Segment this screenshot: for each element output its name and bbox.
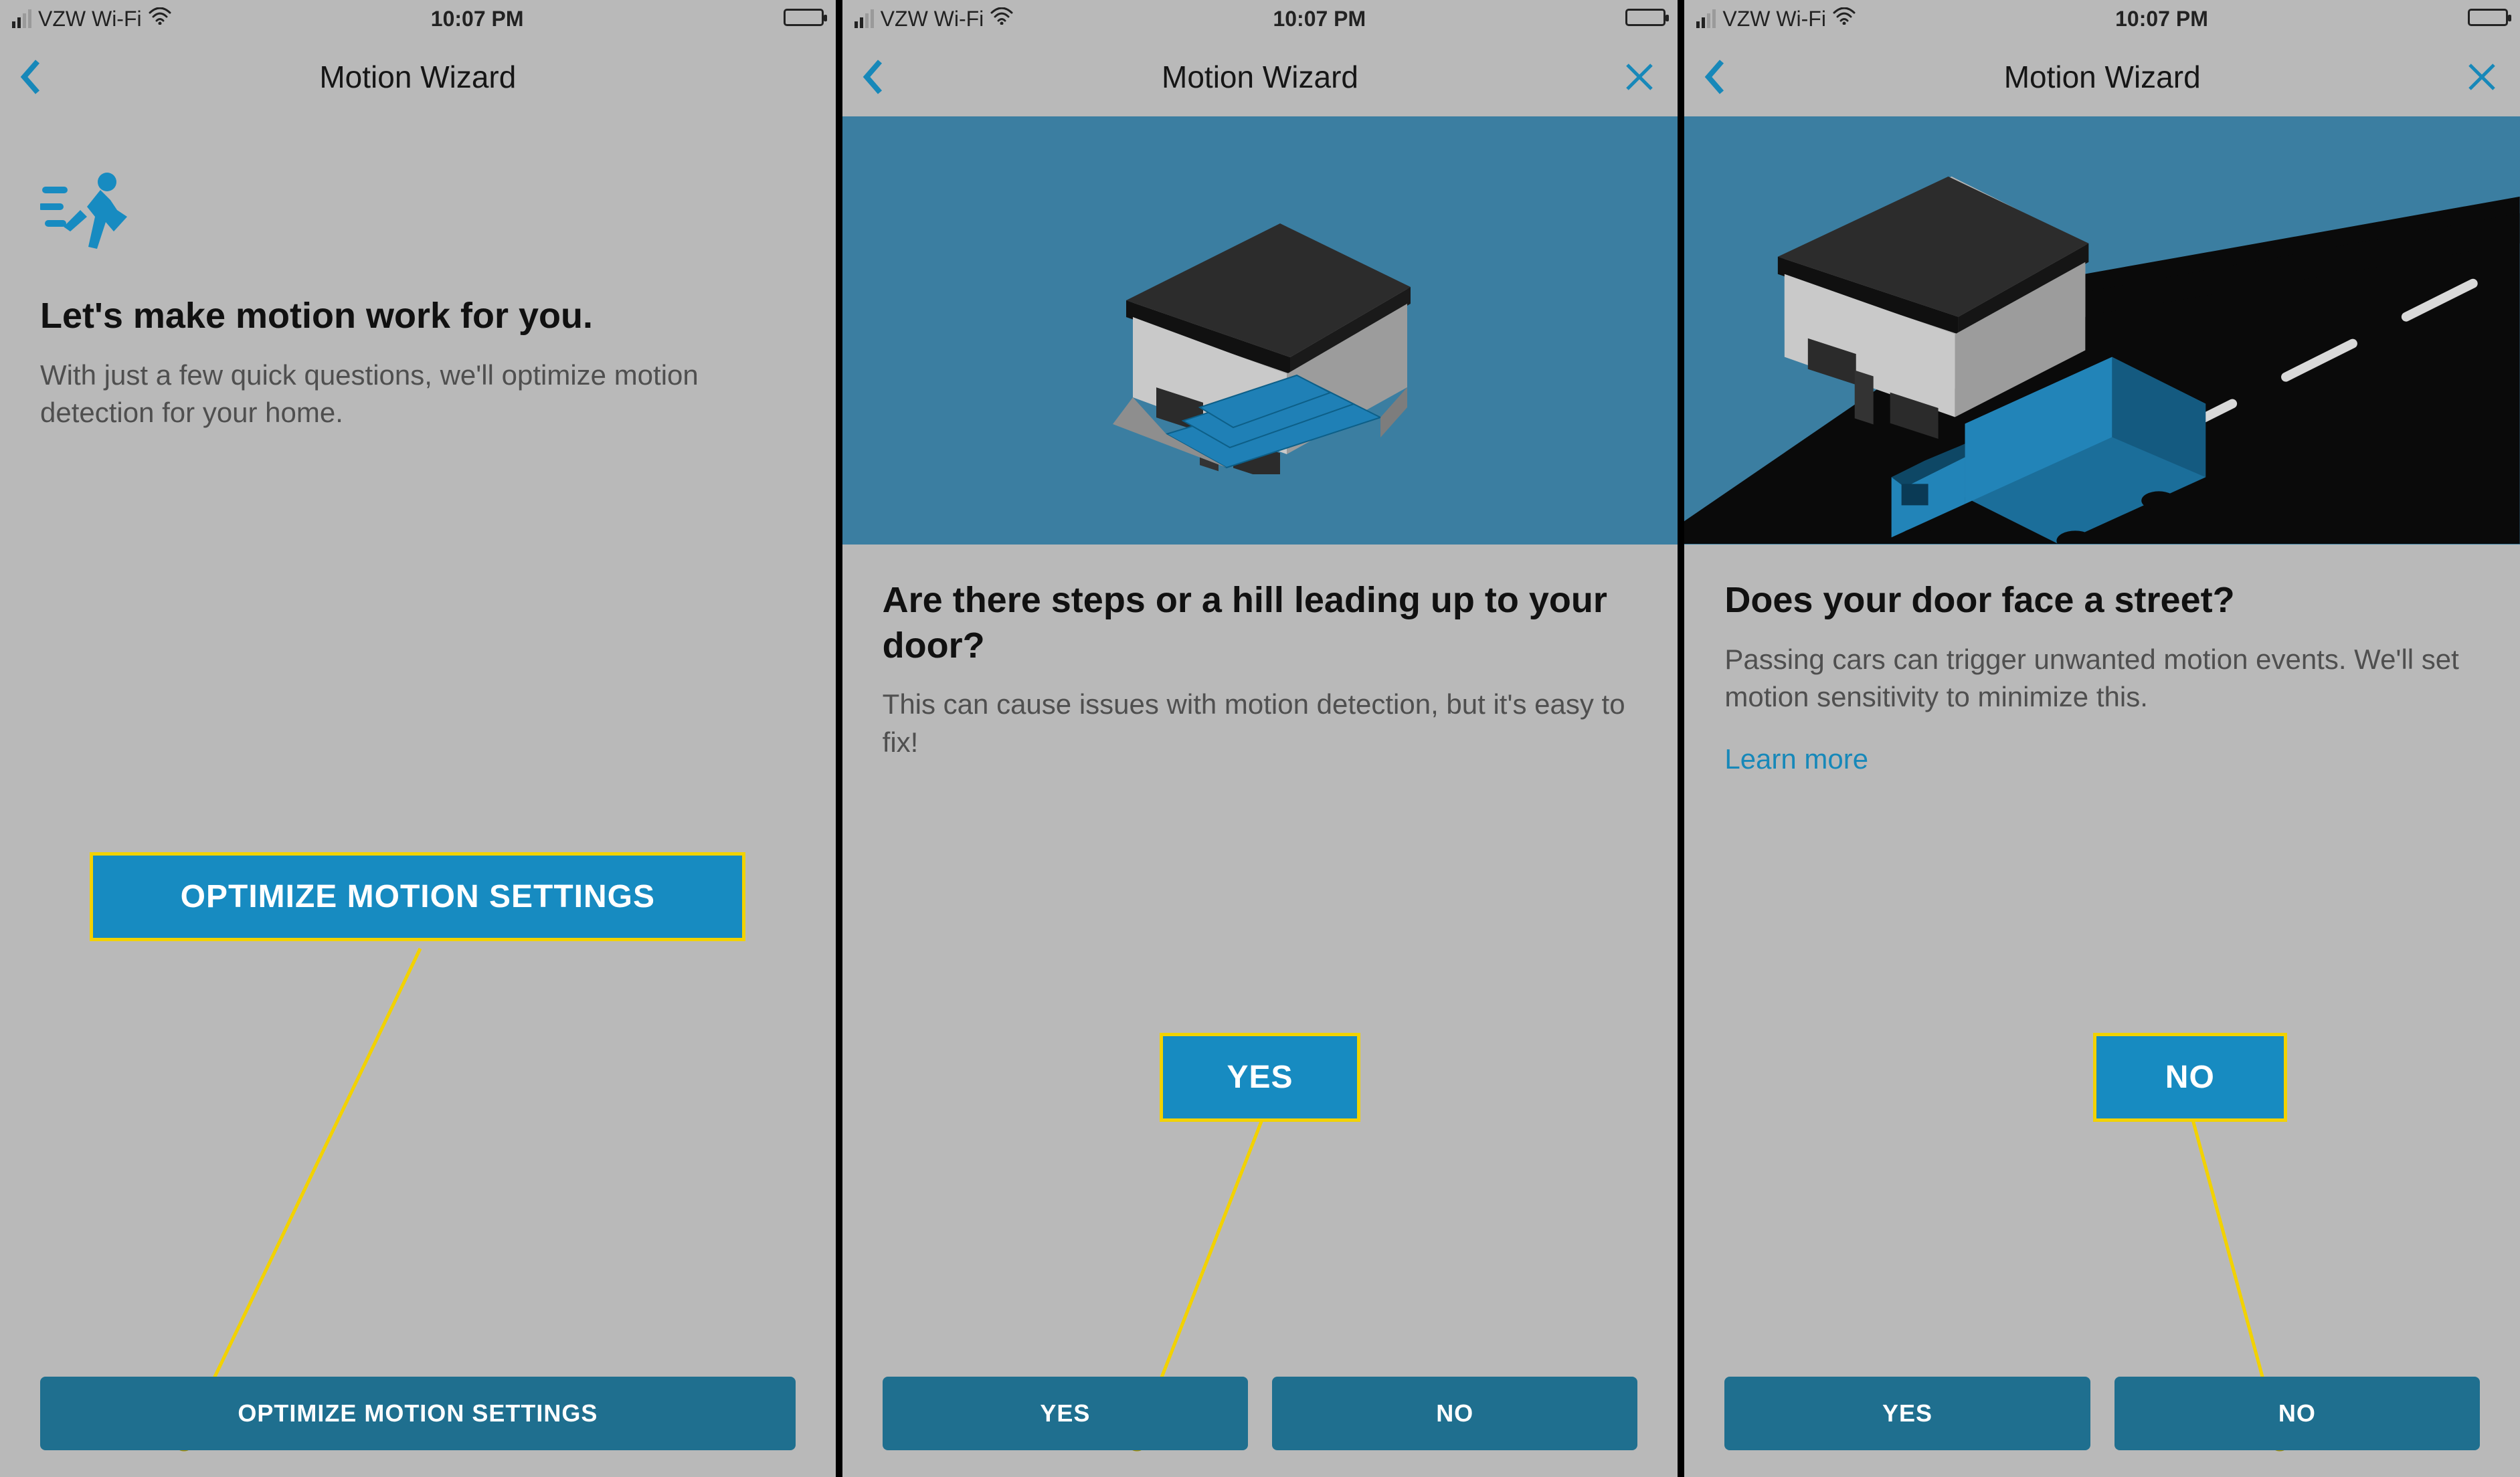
nav-header: Motion Wizard — [0, 37, 836, 116]
close-button[interactable] — [1621, 59, 1657, 95]
battery-icon — [784, 9, 824, 26]
page-title: Motion Wizard — [2004, 59, 2201, 95]
cellular-signal-icon — [1696, 9, 1716, 28]
bottom-action-bar: OPTIMIZE MOTION SETTINGS — [0, 1377, 836, 1450]
back-button[interactable] — [17, 57, 44, 97]
clock-label: 10:07 PM — [431, 7, 524, 31]
bottom-action-bar: YES NO — [842, 1377, 1678, 1450]
house-with-road-truck-illustration — [1684, 116, 2520, 545]
carrier-label: VZW Wi-Fi — [1722, 7, 1826, 31]
page-title: Motion Wizard — [319, 59, 516, 95]
cellular-signal-icon — [854, 9, 874, 28]
intro-heading: Let's make motion work for you. — [40, 294, 796, 339]
back-button[interactable] — [1702, 57, 1728, 97]
carrier-label: VZW Wi-Fi — [38, 7, 142, 31]
wifi-icon — [1833, 7, 1856, 30]
cellular-signal-icon — [12, 9, 31, 28]
clock-label: 10:07 PM — [1273, 7, 1366, 31]
wifi-icon — [149, 7, 171, 30]
question-subtext: Passing cars can trigger unwanted motion… — [1724, 641, 2480, 716]
learn-more-link[interactable]: Learn more — [1724, 743, 1868, 775]
screen-2-steps-question: VZW Wi-Fi 10:07 PM Motion Wizard — [842, 0, 1685, 1477]
question-subtext: This can cause issues with motion detect… — [883, 686, 1638, 761]
no-button[interactable]: NO — [2114, 1377, 2480, 1450]
carrier-label: VZW Wi-Fi — [881, 7, 984, 31]
motion-runner-icon — [40, 170, 796, 260]
screen-3-street-question: VZW Wi-Fi 10:07 PM Motion Wizard — [1684, 0, 2520, 1477]
yes-button[interactable]: YES — [883, 1377, 1248, 1450]
status-bar: VZW Wi-Fi 10:07 PM — [842, 0, 1678, 37]
close-button[interactable] — [2464, 59, 2500, 95]
wifi-icon — [990, 7, 1013, 30]
nav-header: Motion Wizard — [1684, 37, 2520, 116]
yes-button[interactable]: YES — [1724, 1377, 2090, 1450]
screen-1-intro: VZW Wi-Fi 10:07 PM Motion Wizard — [0, 0, 842, 1477]
bottom-action-bar: YES NO — [1684, 1377, 2520, 1450]
no-cta-highlight[interactable]: NO — [2093, 1033, 2287, 1122]
question-heading: Does your door face a street? — [1724, 578, 2480, 623]
yes-cta-highlight[interactable]: YES — [1160, 1033, 1360, 1122]
page-title: Motion Wizard — [1162, 59, 1358, 95]
optimize-cta-highlight[interactable]: OPTIMIZE MOTION SETTINGS — [90, 852, 745, 941]
house-with-steps-illustration — [842, 116, 1678, 545]
clock-label: 10:07 PM — [2115, 7, 2208, 31]
question-heading: Are there steps or a hill leading up to … — [883, 578, 1638, 668]
nav-header: Motion Wizard — [842, 37, 1678, 116]
no-button[interactable]: NO — [1272, 1377, 1637, 1450]
back-button[interactable] — [860, 57, 887, 97]
battery-icon — [2468, 9, 2508, 26]
status-bar: VZW Wi-Fi 10:07 PM — [0, 0, 836, 37]
battery-icon — [1625, 9, 1666, 26]
status-bar: VZW Wi-Fi 10:07 PM — [1684, 0, 2520, 37]
optimize-button[interactable]: OPTIMIZE MOTION SETTINGS — [40, 1377, 796, 1450]
intro-subtext: With just a few quick questions, we'll o… — [40, 357, 796, 432]
